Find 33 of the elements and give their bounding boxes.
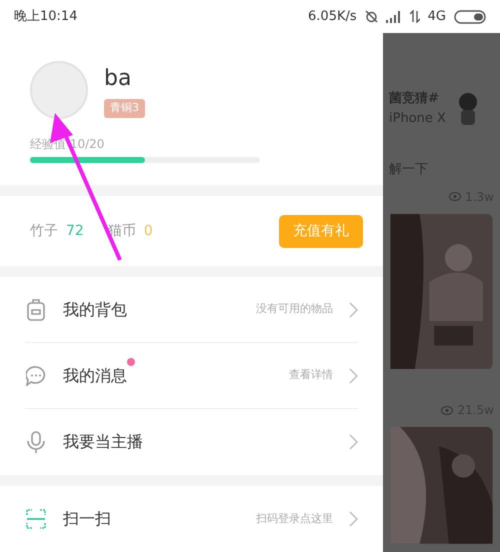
chevron-right-icon <box>349 511 358 527</box>
menu-item[interactable]: 扫一扫 扫码登录点这里 <box>25 486 358 552</box>
network-speed-text: 6.05K/s <box>308 8 357 26</box>
microphone-icon <box>26 431 46 453</box>
menu-hint: 没有可用的物品 <box>256 301 333 318</box>
menu-item[interactable]: 我要当主播 <box>25 409 358 475</box>
menu-item[interactable]: 我的消息 查看详情 <box>25 343 358 409</box>
menu-hint: 查看详情 <box>289 367 333 384</box>
chat-bubble-icon <box>26 366 46 386</box>
menu-label: 我要当主播 <box>63 431 143 453</box>
views-icon <box>449 192 462 201</box>
clock-text: 晚上10:14 <box>14 8 78 26</box>
views-icon <box>441 406 454 415</box>
menu-label: 扫一扫 <box>63 508 111 530</box>
scan-icon <box>26 509 46 529</box>
level-badge: 青铜3 <box>104 99 145 118</box>
signal-icon <box>386 10 402 22</box>
menu-item[interactable]: 我的背包 没有可用的物品 <box>25 277 358 343</box>
menu-label: 我的背包 <box>63 298 127 320</box>
backpack-icon <box>27 298 45 320</box>
menu-hint: 扫码登录点这里 <box>256 510 333 527</box>
bamboo-label: 竹子 <box>30 222 58 240</box>
coin-count: 0 <box>144 222 153 240</box>
chevron-right-icon <box>349 302 358 318</box>
chevron-right-icon <box>349 434 358 450</box>
menu-label: 我的消息 <box>63 364 127 388</box>
data-arrows-icon <box>410 10 420 23</box>
battery-icon <box>454 10 486 24</box>
network-type-text: 4G <box>428 8 446 26</box>
coin-label: 猫币 <box>108 222 136 240</box>
chevron-right-icon <box>349 368 358 384</box>
username-text: ba <box>104 65 132 94</box>
bamboo-count: 72 <box>66 222 84 240</box>
